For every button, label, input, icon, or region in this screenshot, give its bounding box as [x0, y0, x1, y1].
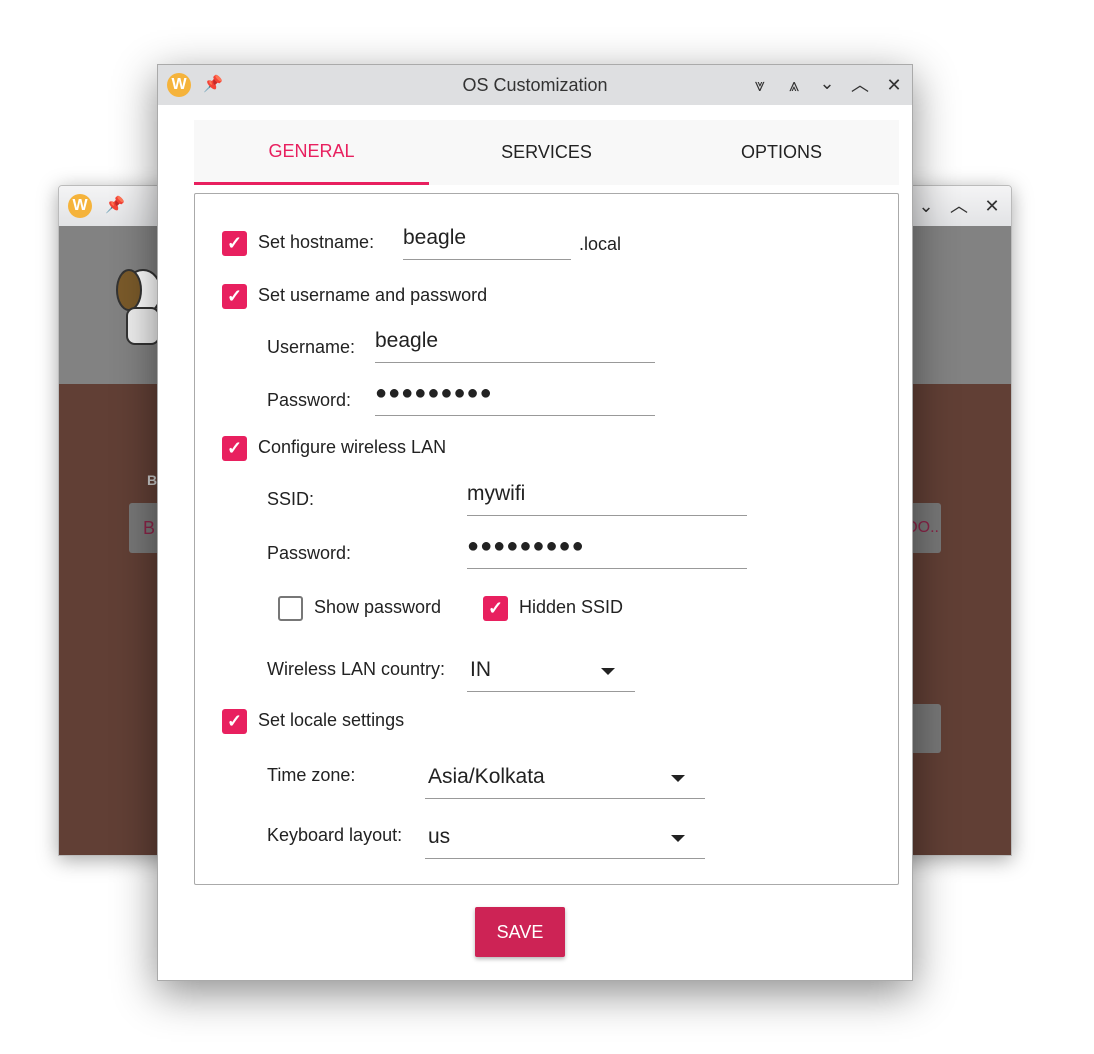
hostname-label: Set hostname:: [258, 232, 375, 252]
hostname-checkbox[interactable]: ✓: [222, 231, 247, 256]
minimize-icon[interactable]: ⌄: [816, 72, 838, 94]
locale-checkbox[interactable]: ✓: [222, 709, 247, 734]
show-password-checkbox[interactable]: [278, 596, 303, 621]
wlan-label: Configure wireless LAN: [258, 437, 447, 457]
ssid-input[interactable]: mywifi: [467, 480, 747, 516]
locale-label: Set locale settings: [258, 710, 405, 730]
keyboard-select[interactable]: us: [425, 823, 705, 859]
tab-services[interactable]: SERVICES: [429, 120, 664, 185]
maximize-icon[interactable]: ︿: [849, 74, 871, 96]
titlebar: W 📌 OS Customization ⩔ ⩓ ⌄ ︿ ✕: [158, 65, 912, 105]
pin-icon[interactable]: 📌: [105, 195, 125, 215]
dropdown-arrow-icon: [671, 775, 685, 782]
keyboard-value: us: [428, 825, 451, 848]
username-label: Username:: [267, 337, 356, 357]
partial-label: B: [147, 472, 158, 488]
dropdown-arrow-icon: [601, 668, 615, 675]
country-value: IN: [470, 658, 491, 681]
close-icon[interactable]: ✕: [981, 195, 1003, 217]
timezone-label: Time zone:: [267, 765, 356, 785]
user-label: Set username and password: [258, 285, 488, 305]
country-select[interactable]: IN: [467, 656, 635, 692]
hidden-ssid-checkbox[interactable]: ✓: [483, 596, 508, 621]
keyboard-label: Keyboard layout:: [267, 825, 403, 845]
keep-above-icon[interactable]: ⩓: [783, 74, 805, 96]
tab-general[interactable]: GENERAL: [194, 120, 429, 185]
user-checkbox[interactable]: ✓: [222, 284, 247, 309]
tab-options[interactable]: OPTIONS: [664, 120, 899, 185]
hostname-suffix: .local: [579, 234, 622, 254]
hostname-input[interactable]: beagle: [403, 224, 571, 260]
close-icon[interactable]: ✕: [883, 74, 905, 96]
save-button[interactable]: SAVE: [475, 907, 565, 957]
general-panel: ✓ Set hostname: beagle .local ✓ Set user…: [194, 193, 899, 885]
hidden-ssid-label: Hidden SSID: [519, 597, 624, 617]
os-customization-dialog: W 📌 OS Customization ⩔ ⩓ ⌄ ︿ ✕ GENERAL S…: [157, 64, 913, 981]
username-input[interactable]: beagle: [375, 327, 655, 363]
app-logo-icon: W: [68, 194, 92, 218]
keep-below-icon[interactable]: ⩔: [749, 74, 771, 96]
ssid-label: SSID:: [267, 489, 315, 509]
dropdown-arrow-icon: [671, 835, 685, 842]
timezone-select[interactable]: Asia/Kolkata: [425, 763, 705, 799]
maximize-icon[interactable]: ︿: [948, 195, 970, 217]
tab-bar: GENERAL SERVICES OPTIONS: [194, 120, 899, 185]
wlan-password-input[interactable]: ●●●●●●●●●: [467, 533, 747, 569]
minimize-icon[interactable]: ⌄: [915, 195, 937, 217]
user-password-label: Password:: [267, 390, 352, 410]
show-password-label: Show password: [314, 597, 442, 617]
wlan-password-label: Password:: [267, 543, 352, 563]
beagle-logo-icon: [116, 269, 162, 345]
timezone-value: Asia/Kolkata: [428, 765, 545, 788]
wlan-checkbox[interactable]: ✓: [222, 436, 247, 461]
user-password-input[interactable]: ●●●●●●●●●: [375, 380, 655, 416]
country-label: Wireless LAN country:: [267, 659, 446, 679]
